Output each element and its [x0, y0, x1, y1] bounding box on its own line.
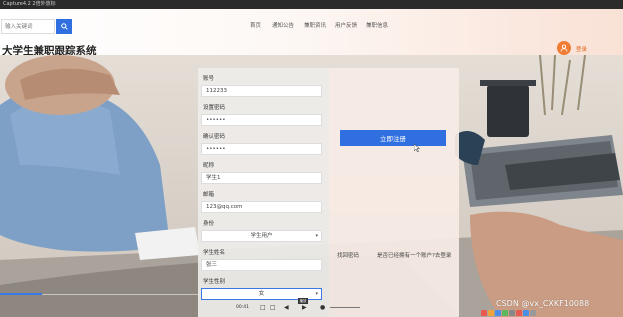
csdn-watermark: CSDN @vx_CXKF10088 — [496, 299, 590, 308]
identity-select-value: 学生用户 — [250, 233, 273, 239]
player-time: 00:41 — [236, 305, 249, 310]
chevron-down-icon: ▾ — [315, 233, 318, 239]
nickname-input[interactable]: 学生1 — [201, 172, 322, 184]
play-icon[interactable]: ▶ — [302, 304, 307, 311]
account-input[interactable]: 112233 — [201, 85, 322, 97]
tray-app-icon[interactable] — [516, 310, 522, 316]
student-gender-label: 学生性别 — [203, 279, 226, 285]
forgot-password-link[interactable]: 找回密码 — [337, 251, 359, 259]
go-login-link[interactable]: 是否已经拥有一个账户?去登录 — [377, 251, 451, 259]
password-label: 设置密码 — [203, 105, 226, 111]
tray-app-icon[interactable] — [481, 310, 487, 316]
confirm-password-label: 确认密码 — [203, 134, 226, 140]
avatar[interactable] — [557, 41, 571, 55]
pip-icon[interactable]: □ — [270, 304, 276, 311]
user-icon — [560, 44, 568, 52]
confirm-password-input[interactable]: •••••• — [201, 143, 322, 155]
tray-app-icon[interactable] — [502, 310, 508, 316]
register-action-panel — [329, 68, 459, 317]
search-input[interactable] — [1, 19, 55, 34]
search-button[interactable] — [56, 19, 72, 34]
nav-notices[interactable]: 通知公告 — [272, 21, 294, 29]
volume-slider[interactable] — [330, 307, 360, 308]
student-gender-select-value: 女 — [258, 291, 265, 297]
nav-home[interactable]: 首页 — [250, 21, 261, 29]
chevron-down-icon: ▾ — [315, 291, 318, 297]
tray-app-icon[interactable] — [523, 310, 529, 316]
nav-parttime-news[interactable]: 兼职资讯 — [304, 21, 326, 29]
student-name-input[interactable]: 张三 — [201, 259, 322, 271]
tray-app-icon[interactable] — [495, 310, 501, 316]
account-label: 账号 — [203, 76, 215, 82]
tray-app-icon[interactable] — [488, 310, 494, 316]
nickname-label: 昵称 — [203, 163, 215, 169]
register-button[interactable]: 立即注册 — [340, 130, 446, 146]
student-name-label: 学生姓名 — [203, 250, 226, 256]
password-input[interactable]: •••••• — [201, 114, 322, 126]
email-label: 邮箱 — [203, 192, 215, 198]
email-input[interactable]: 123@qq.com — [201, 201, 322, 213]
nav-feedback[interactable]: 用户反馈 — [335, 21, 357, 29]
volume-icon[interactable]: ● — [320, 304, 325, 311]
window-caption: Capture4.2 2倍外放标 — [0, 0, 623, 9]
identity-label: 身份 — [203, 221, 215, 227]
site-header: 首页 通知公告 兼职资讯 用户反馈 兼职信息 大学生兼职跟踪系统 登录 — [0, 9, 623, 57]
login-link[interactable]: 登录 — [576, 45, 587, 53]
fullscreen-icon[interactable]: □ — [260, 304, 266, 311]
tray-app-icon[interactable] — [530, 310, 536, 316]
nav-parttime-info[interactable]: 兼职信息 — [366, 21, 388, 29]
rewind-icon[interactable]: ◀ — [284, 304, 289, 311]
mouse-cursor-icon — [414, 144, 420, 152]
taskbar-tray — [481, 310, 621, 317]
video-player-controls: 00:41 □ □ ◀ 播放 ▶ ● — [228, 298, 378, 313]
search-icon — [60, 23, 68, 30]
video-progress-fill — [0, 293, 42, 295]
identity-select[interactable]: 学生用户 ▾ — [201, 230, 322, 242]
tray-app-icon[interactable] — [509, 310, 515, 316]
